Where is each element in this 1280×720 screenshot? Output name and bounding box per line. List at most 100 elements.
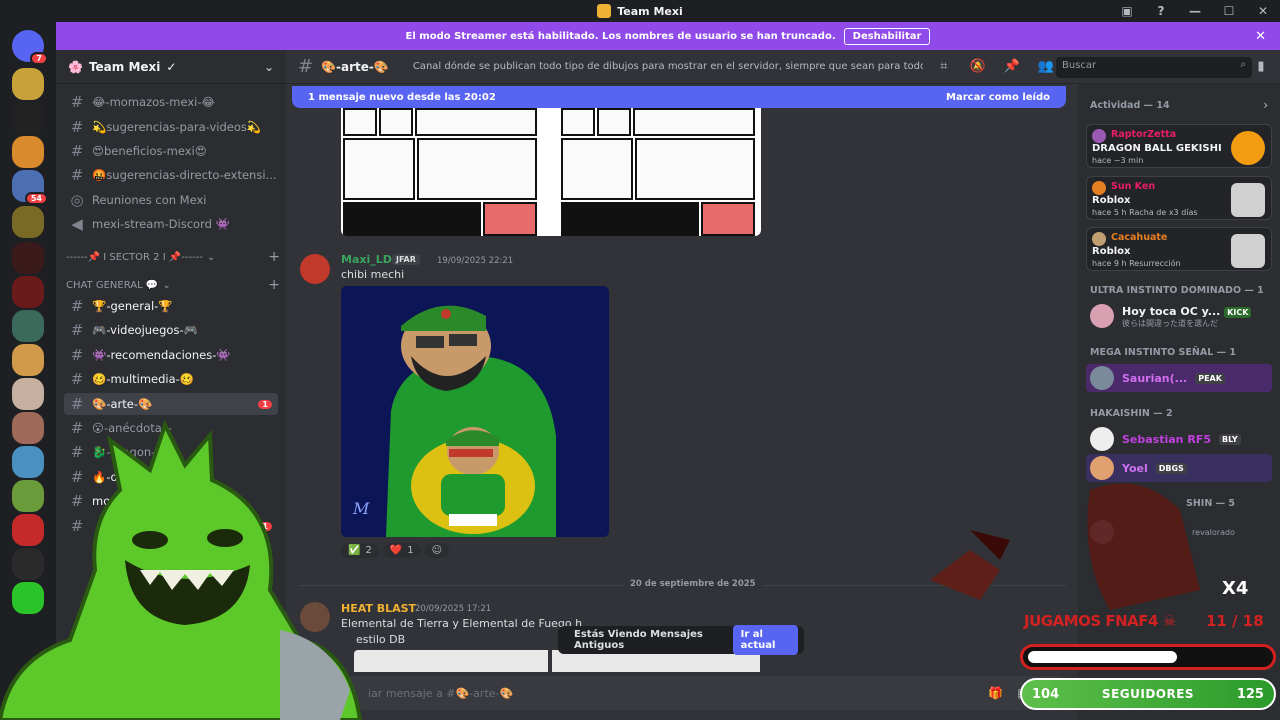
search-input[interactable]: Buscar ⌕ bbox=[1056, 57, 1252, 78]
comic-attachment[interactable] bbox=[341, 108, 761, 236]
members-icon[interactable]: 👥 bbox=[1033, 59, 1059, 74]
channel-label: 🥴-multimedia-🥴 bbox=[92, 372, 195, 386]
verified-icon: ✓ bbox=[166, 59, 177, 74]
add-channel-icon[interactable]: + bbox=[268, 249, 280, 265]
add-channel-icon[interactable]: + bbox=[268, 277, 280, 293]
channel-multimedia[interactable]: # 🥴-multimedia-🥴 bbox=[64, 368, 278, 390]
mark-as-read-button[interactable]: Marcar como leído bbox=[946, 92, 1050, 103]
category-chat-general[interactable]: CHAT GENERAL 💬 ⌄ + bbox=[66, 276, 280, 294]
followers-current: 104 bbox=[1032, 686, 1060, 702]
image-attachment[interactable] bbox=[354, 650, 548, 672]
server-icon-9[interactable] bbox=[12, 344, 44, 376]
member-row[interactable]: Hoy toca OC y... KICK 彼らは間違った道を選んだ bbox=[1086, 302, 1272, 330]
member-status: 彼らは間違った道を選んだ bbox=[1122, 318, 1218, 328]
chevron-right-icon[interactable]: › bbox=[1263, 98, 1268, 112]
channel-recomendaciones[interactable]: # 👾-recomendaciones-👾 bbox=[64, 344, 278, 366]
server-icon-2[interactable] bbox=[12, 102, 44, 134]
avatar bbox=[1090, 427, 1114, 451]
message-text: Elemental de Tierra y Elemental de Fuego… bbox=[341, 617, 583, 630]
comic-panel bbox=[597, 108, 631, 136]
hash-icon: # bbox=[70, 297, 84, 315]
channel-label: 😍beneficios-mexi😍 bbox=[92, 144, 207, 158]
message-timestamp: 19/09/2025 22:21 bbox=[437, 256, 514, 266]
hash-icon: # bbox=[70, 142, 84, 160]
server-icon-3[interactable] bbox=[12, 136, 44, 168]
activity-header: Actividad — 14 bbox=[1090, 100, 1170, 111]
server-icon-8[interactable] bbox=[12, 310, 44, 342]
channel-arte[interactable]: # 🎨-arte-🎨 1 bbox=[64, 393, 278, 415]
old-messages-bar: Estás Viendo Mensajes Antiguos Ir al act… bbox=[558, 625, 804, 655]
inbox-icon[interactable]: ▮ bbox=[1248, 59, 1274, 74]
mute-icon[interactable]: 🔕 bbox=[965, 59, 991, 74]
channel-label: Reuniones con Mexi bbox=[92, 193, 207, 207]
member-tag: BLY bbox=[1218, 433, 1241, 445]
server-header-icon: 🌸 bbox=[68, 59, 83, 74]
member-row[interactable]: Sebastian RF5 BLY bbox=[1086, 425, 1272, 453]
activity-card[interactable]: RaptorZetta DRAGON BALL GEKISHIN ... hac… bbox=[1086, 124, 1272, 168]
channel-label: 🎨-arte-🎨 bbox=[92, 397, 153, 411]
member-row[interactable]: Saurian(... PEAK bbox=[1086, 364, 1272, 392]
smiley-icon: ☺ bbox=[431, 545, 443, 556]
server-icon-1[interactable] bbox=[12, 68, 44, 100]
member-name: Sebastian RF5 bbox=[1122, 432, 1211, 446]
avatar[interactable] bbox=[300, 254, 330, 284]
help-icon[interactable]: ? bbox=[1144, 4, 1178, 18]
reaction-heart[interactable]: ❤️ 1 bbox=[382, 543, 421, 558]
channel-title: 🎨-arte-🎨 bbox=[321, 59, 389, 74]
dragonball-icon bbox=[1231, 131, 1265, 165]
channel-sugerencias-videos[interactable]: # 💫sugerencias-para-videos💫 bbox=[64, 116, 278, 138]
maximize-button[interactable]: ☐ bbox=[1212, 4, 1246, 18]
new-messages-bar[interactable]: 1 mensaje nuevo desde las 20:02 Marcar c… bbox=[292, 86, 1066, 108]
old-messages-text: Estás Viendo Mensajes Antiguos bbox=[574, 629, 703, 651]
inbox-icon[interactable]: ▣ bbox=[1110, 4, 1144, 18]
comic-panel bbox=[379, 108, 413, 136]
channel-sugerencias-directo[interactable]: # 🤬sugerencias-directo-extensi... bbox=[64, 164, 278, 186]
disable-streamer-button[interactable]: Deshabilitar bbox=[843, 27, 931, 45]
threads-icon[interactable]: ⌗ bbox=[931, 59, 957, 74]
close-window-button[interactable]: ✕ bbox=[1246, 4, 1280, 18]
channel-topic[interactable]: Canal dónde se publican todo tipo de dib… bbox=[413, 61, 923, 72]
avatar bbox=[1092, 129, 1106, 143]
message-author[interactable]: Maxi_LD bbox=[341, 253, 392, 266]
add-reaction-button[interactable]: ☺ bbox=[424, 543, 450, 558]
server-icon-10[interactable] bbox=[12, 378, 44, 410]
member-name: RaptorZetta bbox=[1111, 129, 1177, 140]
pin-icon[interactable]: 📌 bbox=[999, 59, 1025, 74]
roblox-icon bbox=[1231, 183, 1265, 217]
channel-label: 👾-recomendaciones-👾 bbox=[92, 348, 231, 362]
channel-beneficios[interactable]: # 😍beneficios-mexi😍 bbox=[64, 140, 278, 162]
server-header[interactable]: 🌸 Team Mexi ✓ ⌄ bbox=[56, 50, 286, 84]
comic-panel bbox=[343, 202, 481, 236]
message-input[interactable]: iar mensaje a #🎨-arte-🎨 🎁 ▤ ▨ bbox=[298, 676, 1066, 710]
avatar bbox=[1092, 181, 1106, 195]
jump-to-present-button[interactable]: Ir al actual bbox=[732, 625, 798, 655]
server-icon-6[interactable] bbox=[12, 242, 44, 274]
server-icon-7[interactable] bbox=[12, 276, 44, 308]
gift-icon[interactable]: 🎁 bbox=[988, 686, 1003, 700]
search-placeholder: Buscar bbox=[1062, 60, 1097, 71]
channel-momazos[interactable]: # 😂-momazos-mexi-😂 bbox=[64, 91, 278, 113]
server-icon-5[interactable] bbox=[12, 206, 44, 238]
message-placeholder: iar mensaje a #🎨-arte-🎨 bbox=[368, 686, 514, 700]
window-title-text: Team Mexi bbox=[617, 4, 683, 18]
close-banner-button[interactable]: ✕ bbox=[1255, 29, 1266, 44]
channel-mexi-stream[interactable]: ◀ mexi-stream-Discord 👾 bbox=[64, 213, 278, 235]
activity-card[interactable]: Sun Ken Roblox hace 5 h Racha de x3 días bbox=[1086, 176, 1272, 220]
channel-videojuegos[interactable]: # 🎮-videojuegos-🎮 bbox=[64, 319, 278, 341]
channel-reuniones[interactable]: ◎ Reuniones con Mexi bbox=[64, 189, 278, 211]
channel-general[interactable]: # 🏆-general-🏆 bbox=[64, 295, 278, 317]
avatar bbox=[1092, 232, 1106, 246]
activity-meta: hace 9 h Resurrección bbox=[1092, 259, 1181, 268]
image-attachment[interactable]: M bbox=[341, 286, 609, 537]
minimize-button[interactable]: — bbox=[1178, 4, 1212, 18]
channel-label: 😂-momazos-mexi-😂 bbox=[92, 95, 215, 109]
channel-label: mexi-stream-Discord 👾 bbox=[92, 217, 230, 231]
server-badge: 54 bbox=[24, 192, 48, 205]
category-label: ------📌 I SECTOR 2 I 📌------ bbox=[66, 251, 203, 263]
server-icon-4[interactable]: 54 bbox=[12, 170, 48, 205]
activity-card[interactable]: Cacahuate Roblox hace 9 h Resurrección bbox=[1086, 227, 1272, 271]
category-sector-2[interactable]: ------📌 I SECTOR 2 I 📌------ ⌄ + bbox=[66, 248, 280, 266]
member-name: Cacahuate bbox=[1111, 232, 1168, 243]
home-button[interactable]: 7 bbox=[12, 30, 48, 65]
banner-text: El modo Streamer está habilitado. Los no… bbox=[405, 30, 836, 42]
